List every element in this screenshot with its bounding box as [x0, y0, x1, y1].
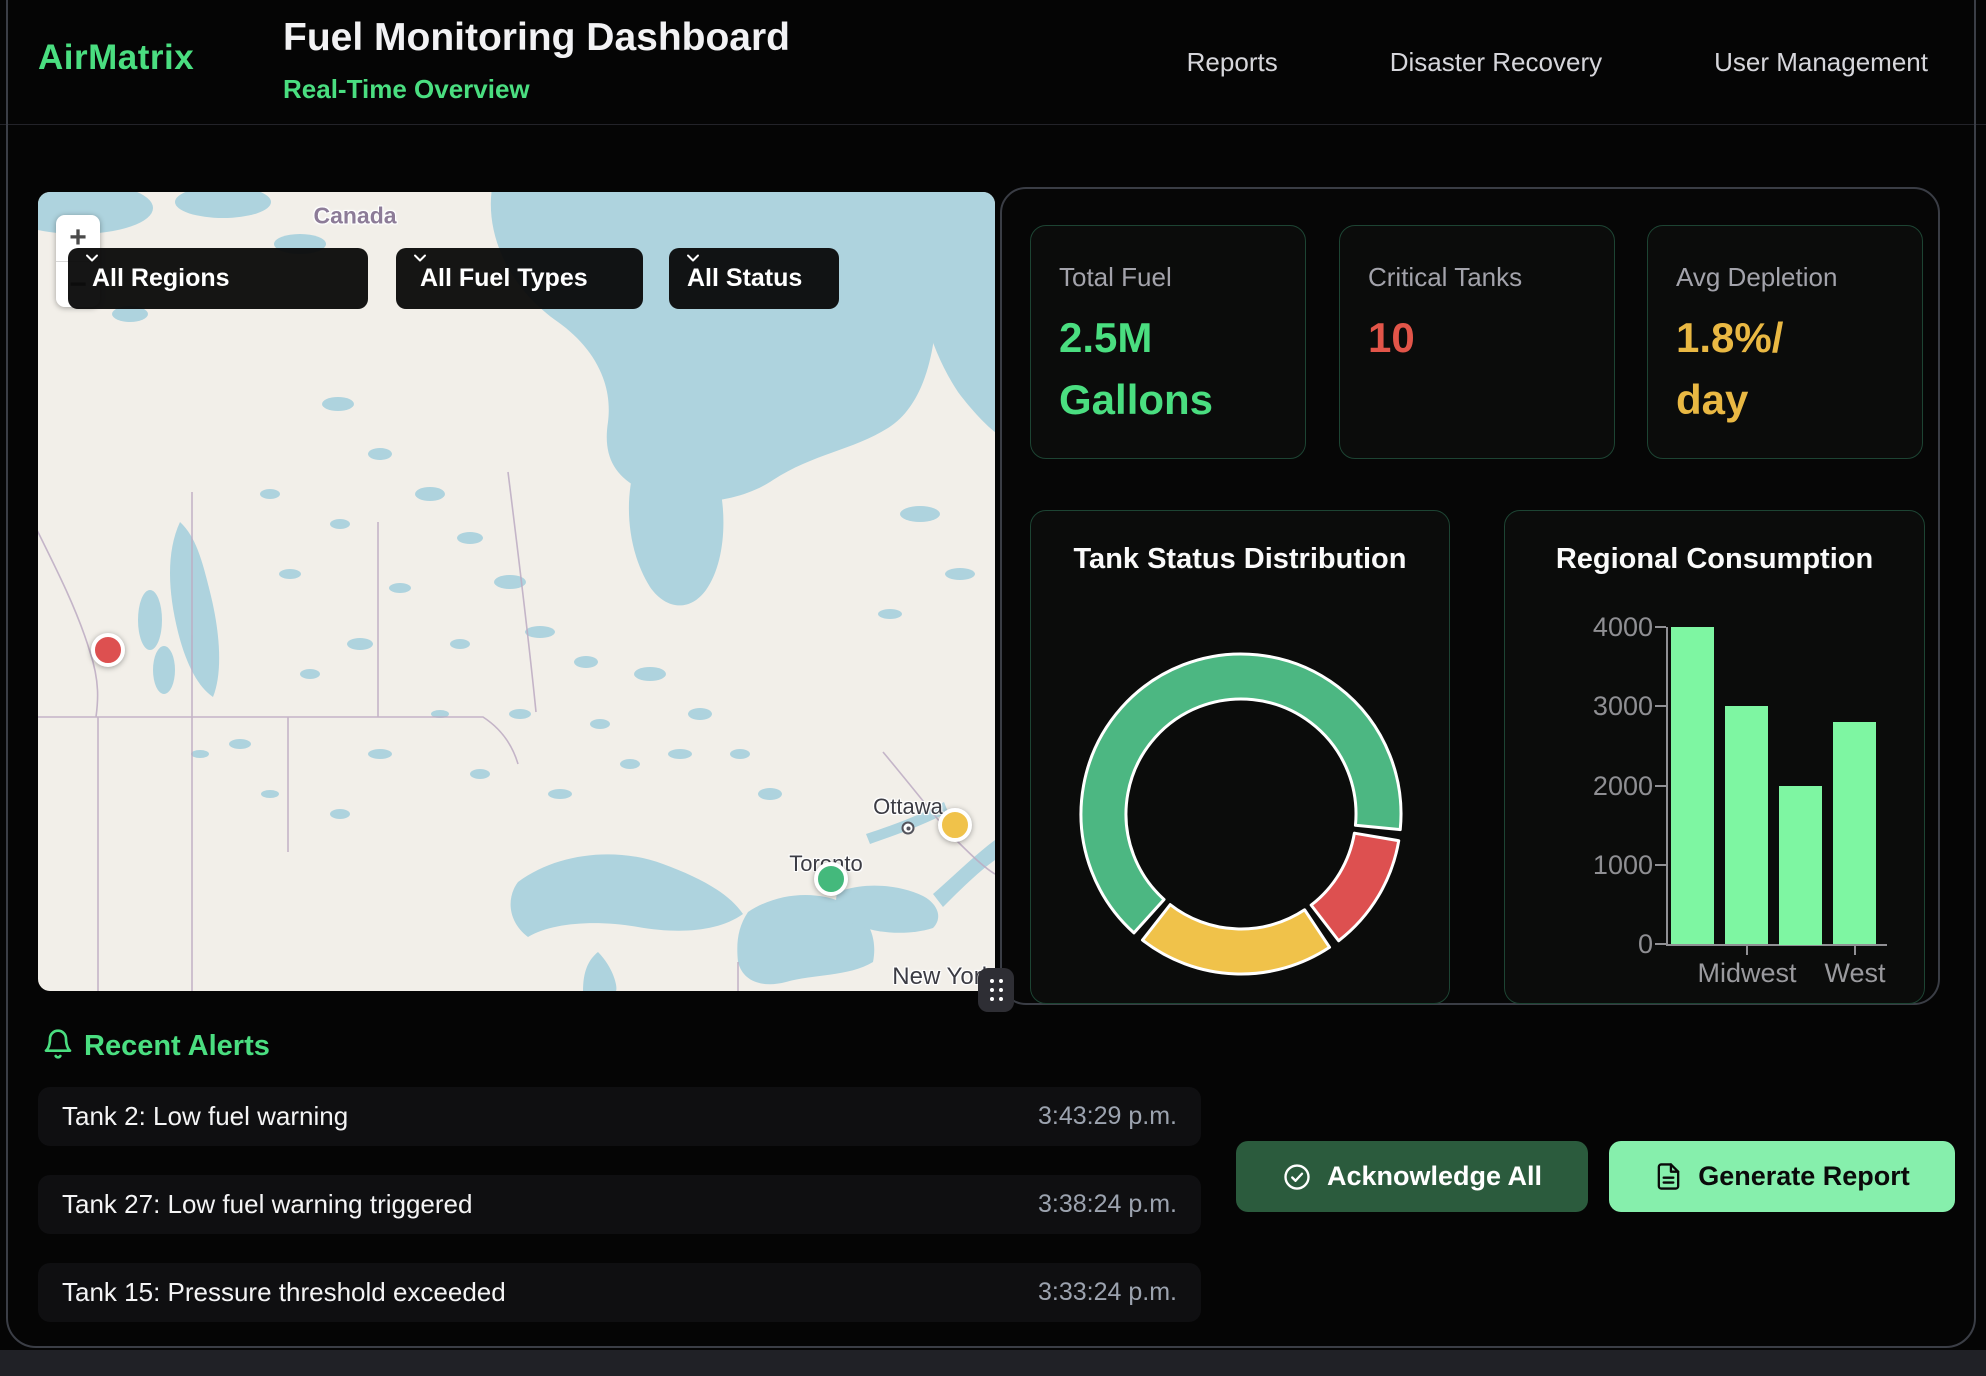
tank-marker-warning[interactable]	[938, 808, 972, 842]
chart-title: Regional Consumption	[1505, 543, 1924, 576]
file-text-icon	[1654, 1162, 1683, 1191]
x-axis-tick-label: West	[1785, 958, 1925, 989]
nav-item-reports[interactable]: Reports	[1187, 47, 1278, 78]
alert-time: 3:43:29 p.m.	[1038, 1102, 1177, 1131]
region-filter-value: All Regions	[92, 264, 230, 293]
page-title: Fuel Monitoring Dashboard	[283, 16, 790, 60]
fuel-type-filter-value: All Fuel Types	[420, 264, 588, 293]
stat-label: Critical Tanks	[1368, 262, 1586, 293]
map-country-label: Canada	[313, 203, 396, 230]
x-axis-tick	[1746, 946, 1748, 955]
stat-label: Total Fuel	[1059, 262, 1277, 293]
brand-logo: AirMatrix	[38, 38, 194, 78]
acknowledge-all-button[interactable]: Acknowledge All	[1236, 1141, 1588, 1212]
region-filter-dropdown[interactable]: All Regions	[68, 248, 368, 309]
consumption-bar	[1779, 786, 1822, 945]
y-axis-tick	[1655, 943, 1666, 945]
alert-message: Tank 2: Low fuel warning	[62, 1101, 348, 1132]
stat-value: 1.8%/ day	[1676, 307, 1894, 431]
alerts-heading: Recent Alerts	[84, 1030, 270, 1063]
nav-item-disaster-recovery[interactable]: Disaster Recovery	[1390, 47, 1602, 78]
y-axis-line	[1666, 627, 1668, 946]
generate-report-button[interactable]: Generate Report	[1609, 1141, 1955, 1212]
y-axis-tick	[1655, 626, 1666, 628]
page-background-strip	[0, 1350, 1986, 1376]
y-axis-tick	[1655, 785, 1666, 787]
x-axis-tick	[1854, 946, 1856, 955]
chevron-down-icon	[683, 248, 703, 268]
y-axis-tick-label: 1000	[1565, 850, 1653, 881]
consumption-bar	[1725, 706, 1768, 944]
page-subtitle: Real-Time Overview	[283, 74, 530, 105]
fuel-type-filter-dropdown[interactable]: All Fuel Types	[396, 248, 643, 309]
alert-time: 3:33:24 p.m.	[1038, 1278, 1177, 1307]
chevron-down-icon	[410, 248, 430, 268]
y-axis-tick-label: 4000	[1565, 612, 1653, 643]
tank-status-donut-chart	[1069, 642, 1413, 986]
stat-value: 2.5M Gallons	[1059, 307, 1277, 431]
bell-icon	[42, 1028, 74, 1060]
y-axis-tick	[1655, 864, 1666, 866]
header-divider	[0, 124, 1986, 125]
alert-message: Tank 27: Low fuel warning triggered	[62, 1189, 472, 1220]
fuel-map[interactable]: Canada Ottawa Toronto New York + − All R…	[38, 192, 995, 991]
consumption-bar	[1671, 627, 1714, 944]
tank-marker-normal[interactable]	[814, 862, 848, 896]
alert-row[interactable]: Tank 2: Low fuel warning 3:43:29 p.m.	[38, 1087, 1201, 1146]
stat-card-total-fuel: Total Fuel 2.5M Gallons	[1030, 225, 1306, 459]
y-axis-tick-label: 2000	[1565, 771, 1653, 802]
tank-status-chart-card: Tank Status Distribution	[1030, 510, 1450, 1004]
stat-value: 10	[1368, 307, 1586, 369]
stat-card-critical-tanks: Critical Tanks 10	[1339, 225, 1615, 459]
capital-dot-icon	[902, 822, 915, 835]
alert-row[interactable]: Tank 27: Low fuel warning triggered 3:38…	[38, 1175, 1201, 1234]
map-city-label-ottawa: Ottawa	[873, 794, 943, 820]
y-axis-tick	[1655, 705, 1666, 707]
drag-grip-icon[interactable]	[978, 968, 1014, 1012]
status-filter-value: All Status	[687, 264, 802, 293]
chevron-down-icon	[82, 248, 102, 268]
check-circle-icon	[1282, 1162, 1312, 1192]
consumption-bar	[1833, 722, 1876, 944]
donut-segment-warning	[1142, 905, 1329, 974]
chart-title: Tank Status Distribution	[1031, 543, 1449, 576]
y-axis-tick-label: 3000	[1565, 691, 1653, 722]
tank-marker-critical[interactable]	[91, 633, 125, 667]
acknowledge-all-label: Acknowledge All	[1327, 1161, 1542, 1192]
alert-row[interactable]: Tank 15: Pressure threshold exceeded 3:3…	[38, 1263, 1201, 1322]
alert-message: Tank 15: Pressure threshold exceeded	[62, 1277, 506, 1308]
stat-card-avg-depletion: Avg Depletion 1.8%/ day	[1647, 225, 1923, 459]
regional-consumption-chart-card: Regional Consumption 01000200030004000Mi…	[1504, 510, 1925, 1004]
generate-report-label: Generate Report	[1698, 1161, 1910, 1192]
main-nav: Reports Disaster Recovery User Managemen…	[1187, 0, 1928, 124]
status-filter-dropdown[interactable]: All Status	[669, 248, 839, 309]
donut-segment-critical	[1311, 833, 1399, 941]
stat-label: Avg Depletion	[1676, 262, 1894, 293]
nav-item-user-management[interactable]: User Management	[1714, 47, 1928, 78]
y-axis-tick-label: 0	[1565, 929, 1653, 960]
alert-time: 3:38:24 p.m.	[1038, 1190, 1177, 1219]
